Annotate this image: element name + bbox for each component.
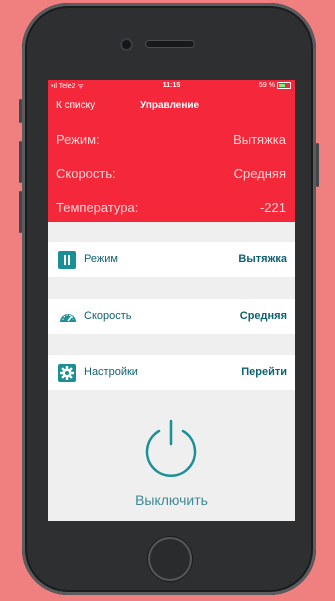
nav-bar: К списку Управление (48, 98, 295, 116)
summary-row-mode: Режим: Вытяжка (56, 132, 286, 147)
control-row-speed[interactable]: Скорость Средняя (48, 299, 295, 334)
gear-icon (58, 364, 76, 382)
speedometer-icon (58, 308, 76, 326)
summary-label: Температура: (56, 200, 139, 215)
front-camera (122, 40, 131, 49)
summary-value: -221 (259, 200, 286, 215)
battery-icon (277, 82, 291, 89)
summary-label: Скорость: (56, 166, 116, 181)
battery-indicator: 59 % (259, 82, 291, 89)
app-screen: •ıl Tele2 ᯤ 11:15 59 % К списку Управлен… (48, 80, 295, 521)
control-value: Средняя (239, 310, 287, 322)
summary-row-speed: Скорость: Средняя (56, 166, 286, 181)
control-label: Настройки (84, 366, 138, 378)
summary-row-temperature: Температура: -221 (56, 200, 286, 215)
battery-percent: 59 % (259, 82, 275, 89)
home-button[interactable] (148, 537, 192, 581)
page-title: Управление (140, 100, 200, 111)
status-bar: •ıl Tele2 ᯤ 11:15 59 % (48, 80, 295, 93)
back-link[interactable]: К списку (56, 100, 95, 111)
summary-label: Режим: (56, 132, 100, 147)
earpiece-speaker (146, 41, 194, 47)
volume-down-button (19, 191, 22, 233)
clock: 11:15 (162, 82, 181, 89)
control-label: Режим (84, 253, 118, 265)
power-off-label[interactable]: Выключить (48, 492, 295, 508)
pause-icon (58, 251, 76, 269)
summary-value: Вытяжка (233, 132, 286, 147)
mute-switch (19, 99, 22, 123)
header-panel: •ıl Tele2 ᯤ 11:15 59 % К списку Управлен… (48, 80, 295, 222)
power-icon (145, 419, 197, 477)
power-side-button (316, 143, 319, 187)
summary-value: Средняя (233, 166, 286, 181)
stage: •ıl Tele2 ᯤ 11:15 59 % К списку Управлен… (0, 0, 335, 601)
control-label: Скорость (84, 310, 132, 322)
control-row-settings[interactable]: Настройки Перейти (48, 355, 295, 390)
control-row-mode[interactable]: Режим Вытяжка (48, 242, 295, 277)
control-value: Перейти (241, 366, 287, 378)
control-value: Вытяжка (238, 253, 287, 265)
power-button[interactable] (140, 417, 202, 479)
volume-up-button (19, 141, 22, 183)
